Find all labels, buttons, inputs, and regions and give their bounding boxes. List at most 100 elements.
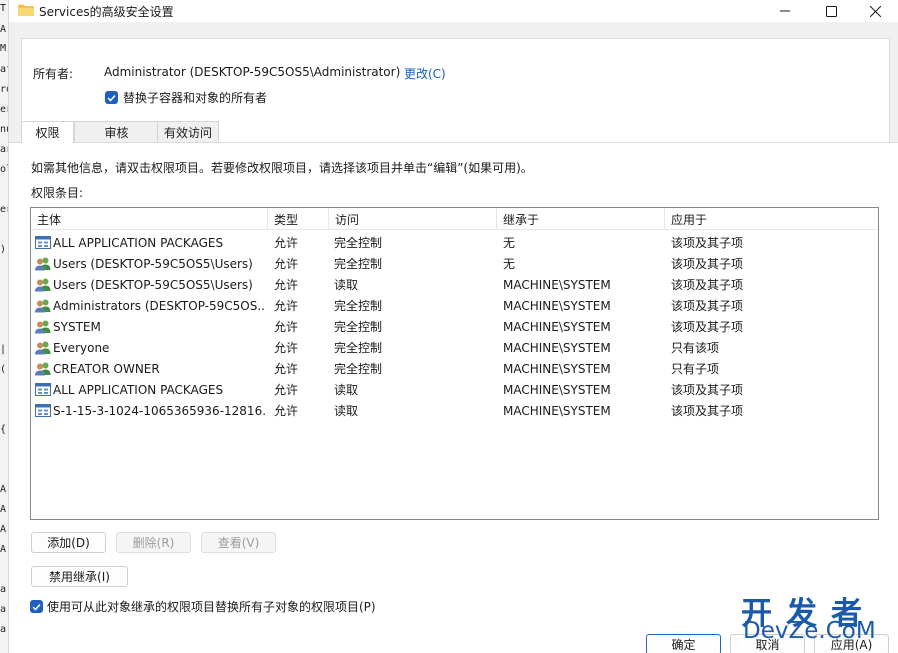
close-icon <box>869 5 881 17</box>
background-text-fragment: M <box>0 43 7 54</box>
permission-row[interactable]: CREATOR OWNER 允许 完全控制 MACHINE\SYSTEM 只有子项 <box>31 358 878 379</box>
background-text-fragment: a <box>0 584 7 595</box>
cell-principal: Administrators (DESKTOP-59C5OS... <box>53 298 265 313</box>
remove-button[interactable]: 删除(R) <box>116 532 191 553</box>
user-group-icon <box>35 320 51 334</box>
cell-principal: CREATOR OWNER <box>53 361 160 376</box>
column-header-access[interactable]: 访问 <box>329 208 497 230</box>
cell-applies: 只有该项 <box>671 341 720 355</box>
column-header-type[interactable]: 类型 <box>268 208 329 230</box>
cell-type: 允许 <box>274 362 299 376</box>
cell-inherited: 无 <box>503 257 516 271</box>
disable-inheritance-button[interactable]: 禁用继承(I) <box>31 566 128 587</box>
cell-access: 完全控制 <box>334 257 383 271</box>
tab-effective-access[interactable]: 有效访问 <box>157 121 219 142</box>
owner-value: Administrator (DESKTOP-59C5OS5\Administr… <box>104 65 401 79</box>
tab-auditing[interactable]: 审核 <box>74 121 159 142</box>
cell-type: 允许 <box>274 299 299 313</box>
title-bar: Services的高级安全设置 <box>9 0 898 22</box>
view-button[interactable]: 查看(V) <box>201 532 276 553</box>
background-text-fragment: nu <box>0 124 8 135</box>
minimize-button[interactable] <box>762 0 808 22</box>
cell-type: 允许 <box>274 257 299 271</box>
cell-principal: ALL APPLICATION PACKAGES <box>53 382 224 397</box>
permission-row[interactable]: Administrators (DESKTOP-59C5OS... 允许 完全控制 M… <box>31 295 878 316</box>
replace-owner-checkbox[interactable] <box>105 91 118 104</box>
permission-entries-list[interactable]: 主体 类型 访问 继承于 应用于 ALL APPLICATION PACKAGE… <box>30 207 879 520</box>
cell-access: 完全控制 <box>334 236 383 250</box>
maximize-button[interactable] <box>808 0 854 22</box>
cell-type: 允许 <box>274 278 299 292</box>
cell-inherited: 无 <box>503 236 516 250</box>
permissions-hint: 如需其他信息，请双击权限项目。若要修改权限项目，请选择该项目并单击“编辑”(如果… <box>31 161 533 175</box>
replace-child-permissions-checkbox[interactable] <box>30 600 43 613</box>
cell-type: 允许 <box>274 404 299 418</box>
change-owner-link[interactable]: 更改(C) <box>404 65 446 82</box>
permission-row[interactable]: Users (DESKTOP-59C5OS5\Users) 允许 读取 MACHINE… <box>31 274 878 295</box>
minimize-icon <box>780 10 790 12</box>
background-text-fragment: { <box>0 424 7 435</box>
user-group-icon <box>35 257 51 271</box>
advanced-security-window: Services的高级安全设置 所有者: Administrator (DESK… <box>9 0 898 653</box>
cell-type: 允许 <box>274 341 299 355</box>
background-text-fragment: er <box>0 204 8 215</box>
folder-icon <box>18 4 34 16</box>
checkmark-icon <box>107 94 116 102</box>
cell-principal: ALL APPLICATION PACKAGES <box>53 235 224 250</box>
cell-inherited: MACHINE\SYSTEM <box>503 319 611 334</box>
user-group-icon <box>35 299 51 313</box>
add-button[interactable]: 添加(D) <box>31 532 106 553</box>
permission-row[interactable]: S-1-15-3-1024-1065365936-12816... 允许 读取 MAC… <box>31 400 878 421</box>
permission-row[interactable]: ALL APPLICATION PACKAGES 允许 读取 MACHINE\SYST… <box>31 379 878 400</box>
cell-inherited: MACHINE\SYSTEM <box>503 382 611 397</box>
close-button[interactable] <box>852 0 898 22</box>
cell-principal: Users (DESKTOP-59C5OS5\Users) <box>53 277 253 292</box>
cell-applies: 该项及其子项 <box>671 299 744 313</box>
app-package-icon <box>35 383 51 396</box>
background-text-fragment: A <box>0 524 7 535</box>
permission-row[interactable]: ALL APPLICATION PACKAGES 允许 完全控制 无 该项及其子项 <box>31 232 878 253</box>
window-title: Services的高级安全设置 <box>39 5 174 19</box>
background-text-fragment: A <box>0 544 7 555</box>
background-text-fragment: oli <box>0 164 8 175</box>
cell-applies: 只有子项 <box>671 362 720 376</box>
cell-principal: S-1-15-3-1024-1065365936-12816... <box>53 403 265 418</box>
column-header-applies-to[interactable]: 应用于 <box>665 208 878 230</box>
cell-access: 完全控制 <box>334 320 383 334</box>
permission-entries-label: 权限条目: <box>31 186 84 200</box>
cell-inherited: MACHINE\SYSTEM <box>503 298 611 313</box>
cell-applies: 该项及其子项 <box>671 320 744 334</box>
user-group-icon <box>35 362 51 376</box>
cell-access: 完全控制 <box>334 299 383 313</box>
background-text-fragment: ( <box>0 364 7 375</box>
column-header-inherited-from[interactable]: 继承于 <box>497 208 665 230</box>
list-header: 主体 类型 访问 继承于 应用于 <box>31 208 878 230</box>
permission-row[interactable]: SYSTEM 允许 完全控制 MACHINE\SYSTEM 该项及其子项 <box>31 316 878 337</box>
cell-applies: 该项及其子项 <box>671 404 744 418</box>
cell-inherited: MACHINE\SYSTEM <box>503 403 611 418</box>
background-text-fragment: er <box>0 104 8 115</box>
replace-owner-label: 替换子容器和对象的所有者 <box>123 91 268 105</box>
cell-type: 允许 <box>274 236 299 250</box>
ok-button[interactable]: 确定 <box>646 634 721 653</box>
column-header-principal[interactable]: 主体 <box>31 208 268 230</box>
app-package-icon <box>35 404 51 417</box>
cell-access: 完全控制 <box>334 362 383 376</box>
permission-row[interactable]: Everyone 允许 完全控制 MACHINE\SYSTEM 只有该项 <box>31 337 878 358</box>
cell-applies: 该项及其子项 <box>671 278 744 292</box>
owner-label: 所有者: <box>33 67 74 81</box>
background-text-fragment: T <box>0 3 7 14</box>
cell-access: 读取 <box>334 404 359 418</box>
cell-principal: Everyone <box>53 340 110 355</box>
background-text-fragment: | <box>0 344 7 355</box>
watermark-line2: DevZe.CoM <box>743 618 876 644</box>
cell-access: 读取 <box>334 278 359 292</box>
permissions-panel: 如需其他信息，请双击权限项目。若要修改权限项目，请选择该项目并单击“编辑”(如果… <box>9 142 898 653</box>
cell-applies: 该项及其子项 <box>671 257 744 271</box>
permission-row[interactable]: Users (DESKTOP-59C5OS5\Users) 允许 完全控制 无 该项及其… <box>31 253 878 274</box>
tab-permissions[interactable]: 权限 <box>21 121 74 143</box>
background-text-fragment: a <box>0 624 7 635</box>
cell-access: 完全控制 <box>334 341 383 355</box>
cell-type: 允许 <box>274 320 299 334</box>
cell-principal: Users (DESKTOP-59C5OS5\Users) <box>53 256 253 271</box>
